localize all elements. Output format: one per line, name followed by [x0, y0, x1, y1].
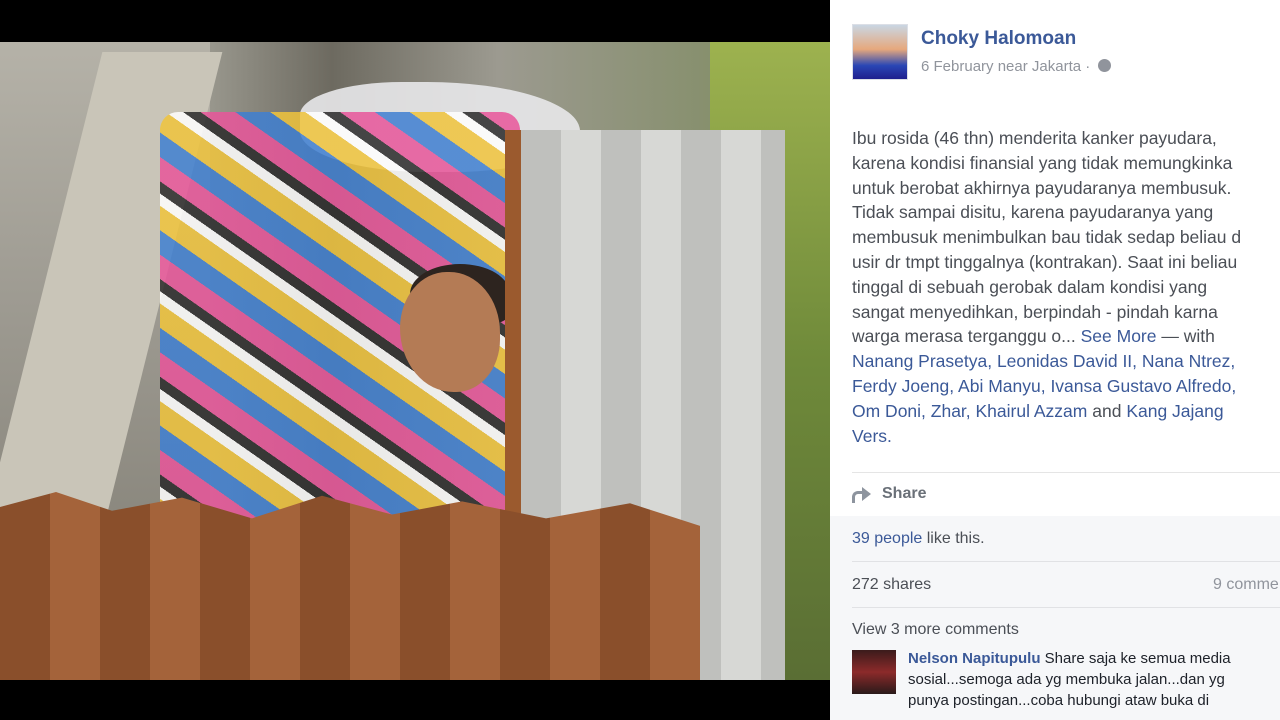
tagged-friends[interactable]: Om Doni, Zhar, Khairul Azzam	[852, 401, 1087, 421]
comment-item: Nelson Napitupulu Share saja ke semua me…	[852, 648, 1280, 718]
post-photo[interactable]	[0, 42, 830, 680]
tagged-friends[interactable]: Nanang Prasetya, Leonidas David II, Nana…	[852, 349, 1280, 374]
post-text-line: sangat menyedihkan, berpindah - pindah k…	[852, 301, 1218, 322]
likes-text: like this.	[926, 530, 985, 547]
comment-line: Nelson Napitupulu Share saja ke semua me…	[908, 648, 1280, 669]
photo-rusty-sheet	[0, 492, 700, 680]
globe-icon[interactable]	[1098, 59, 1112, 72]
post-text: Ibu rosida (46 thn) menderita kanker pay…	[852, 126, 1280, 448]
comment-text: sosial...semoga ada yg membuka jalan...d…	[908, 671, 1225, 688]
view-more-comments[interactable]: View 3 more comments	[852, 621, 1019, 639]
divider	[852, 472, 1280, 473]
tagged-friends-line: Om Doni, Zhar, Khairul Azzam and Kang Ja…	[852, 399, 1280, 424]
share-icon	[852, 487, 872, 503]
likes-link[interactable]: 39 people	[852, 530, 922, 547]
feedback-section: 39 people like this. 272 shares 9 comme …	[830, 516, 1280, 720]
post-text-line: membusuk menimbulkan bau tidak sedap bel…	[852, 227, 1242, 248]
tagged-friends[interactable]: Ferdy Joeng, Abi Manyu, Ivansa Gustavo A…	[852, 374, 1280, 399]
divider	[852, 607, 1280, 608]
post-header: Choky Halomoan 6 February near Jakarta ·	[852, 24, 1272, 84]
post-text-line: usir dr tmpt tinggalnya (kontrakan). Saa…	[852, 251, 1238, 272]
comment-text: Share saja ke semua media	[1044, 650, 1231, 667]
post-panel: Choky Halomoan 6 February near Jakarta ·…	[830, 0, 1280, 720]
author-avatar[interactable]	[852, 24, 908, 80]
post-text-line: tinggal di sebuah gerobak dalam kondisi …	[852, 276, 1208, 297]
see-more-link[interactable]: See More	[1081, 326, 1157, 346]
post-meta: 6 February near Jakarta ·	[921, 58, 1112, 75]
share-button[interactable]: Share	[852, 480, 926, 508]
and-label: and	[1092, 400, 1122, 421]
comment-text: punya postingan...coba hubungi ataw buka…	[908, 692, 1210, 709]
post-date-location[interactable]: 6 February near Jakarta ·	[921, 58, 1090, 75]
comment-body: Nelson Napitupulu Share saja ke semua me…	[908, 648, 1280, 711]
tagged-friend-last-cont[interactable]: Vers.	[852, 424, 1280, 449]
post-text-line: Tidak sampai disitu, karena payudaranya …	[852, 202, 1214, 223]
commenter-name[interactable]: Nelson Napitupulu	[908, 650, 1041, 667]
with-label: — with	[1161, 326, 1215, 347]
post-text-last: warga merasa terganggu o...	[852, 326, 1076, 347]
photo-viewer	[0, 0, 830, 720]
author-name[interactable]: Choky Halomoan	[921, 28, 1076, 50]
divider	[852, 561, 1280, 562]
post-text-line: untuk berobat akhirnya payudaranya membu…	[852, 177, 1232, 198]
post-text-line: Ibu rosida (46 thn) menderita kanker pay…	[852, 128, 1217, 148]
post-text-line: karena kondisi finansial yang tidak memu…	[852, 152, 1233, 173]
post-text-line: warga merasa terganggu o... See More — w…	[852, 324, 1280, 349]
commenter-avatar[interactable]	[852, 650, 896, 694]
shares-link[interactable]: 272 shares	[852, 576, 931, 594]
share-label: Share	[882, 485, 927, 502]
tagged-friend-last[interactable]: Kang Jajang	[1126, 401, 1223, 421]
comments-count[interactable]: 9 comme	[1213, 576, 1279, 594]
likes-summary: 39 people like this.	[852, 530, 985, 548]
